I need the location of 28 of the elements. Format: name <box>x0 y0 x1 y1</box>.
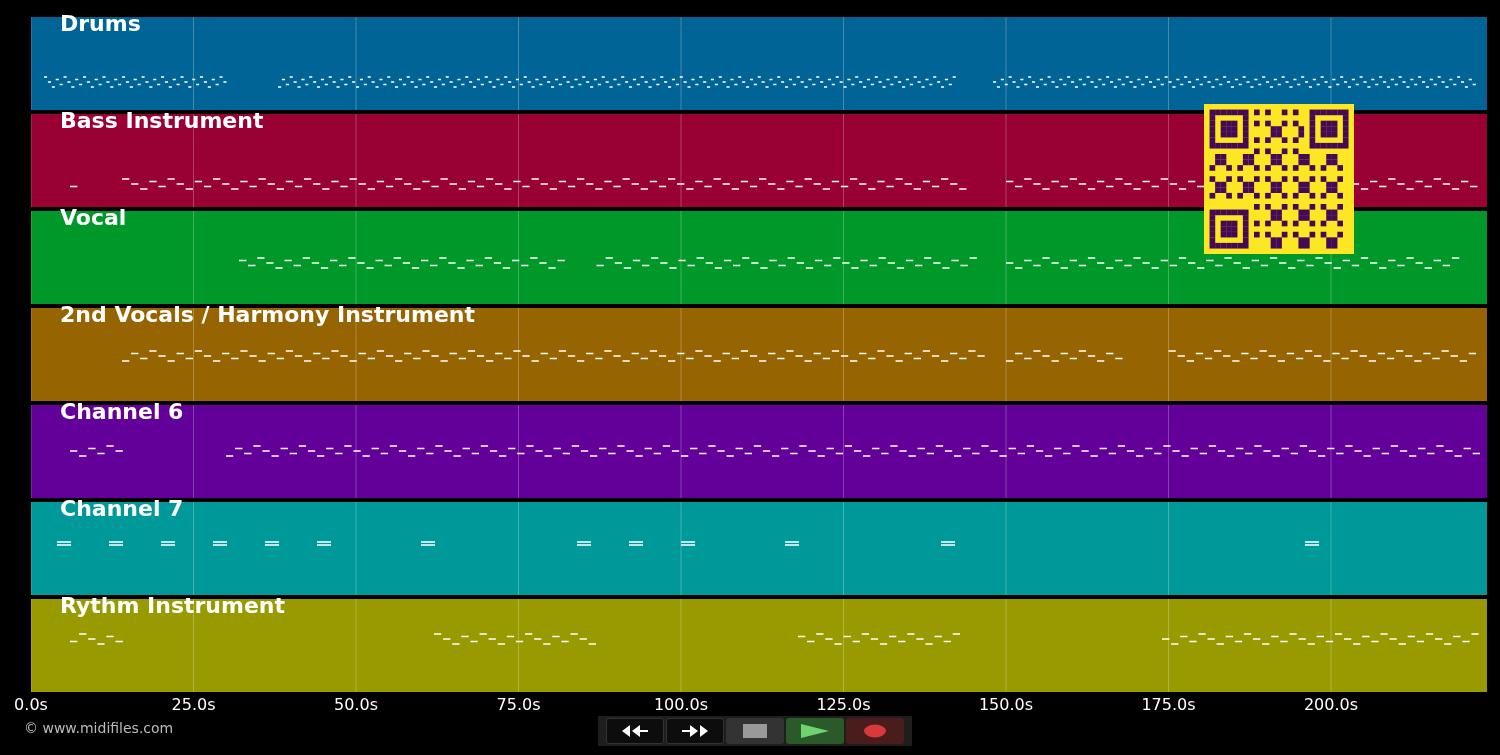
qr-code-icon <box>1204 104 1354 254</box>
record-button[interactable] <box>846 718 904 744</box>
time-tick-label: 25.0s <box>171 695 216 714</box>
fast-forward-button[interactable] <box>666 718 724 744</box>
play-button[interactable] <box>786 718 844 744</box>
fast-forward-icon <box>680 724 710 738</box>
stop-button[interactable] <box>726 718 784 744</box>
time-tick-label: 100.0s <box>653 695 709 714</box>
track-name: Drums <box>60 11 141 36</box>
time-tick-label: 0.0s <box>14 695 48 714</box>
rewind-icon <box>620 724 650 738</box>
time-tick-label: 200.0s <box>1303 695 1359 714</box>
time-tick-label: 175.0s <box>1141 695 1196 714</box>
time-tick-label: 50.0s <box>334 695 378 714</box>
copyright-text: © www.midifiles.com <box>24 720 174 736</box>
time-tick-label: 125.0s <box>816 695 871 714</box>
record-icon <box>863 724 887 738</box>
track-name: Bass Instrument <box>60 108 264 133</box>
stop-icon <box>743 724 767 738</box>
time-tick-label: 150.0s <box>978 695 1034 714</box>
track-name: Rythm Instrument <box>60 593 286 618</box>
play-icon <box>800 723 830 739</box>
time-tick-label: 75.0s <box>496 695 541 714</box>
rewind-button[interactable] <box>606 718 664 744</box>
track-name: 2nd Vocals / Harmony Instrument <box>60 302 475 327</box>
track-name: Channel 7 <box>60 496 184 521</box>
track-name: Vocal <box>60 205 127 230</box>
track-name: Channel 6 <box>60 399 184 424</box>
